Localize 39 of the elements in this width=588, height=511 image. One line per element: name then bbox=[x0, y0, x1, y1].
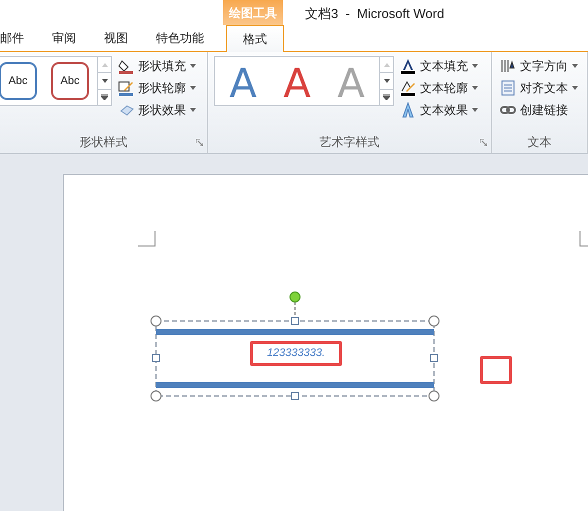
margin-corner-icon bbox=[579, 231, 588, 247]
highlight-frame bbox=[480, 356, 512, 384]
pencil-icon bbox=[118, 80, 134, 96]
shape-style-swatch[interactable]: Abc bbox=[51, 62, 89, 100]
group-title: 文本 bbox=[528, 134, 552, 151]
down-arrow-icon bbox=[102, 78, 108, 83]
ribbon-tab[interactable]: 邮件 bbox=[0, 25, 38, 51]
text-effect-icon bbox=[400, 102, 416, 118]
text-direction-icon bbox=[500, 58, 516, 74]
text-fill-icon bbox=[400, 58, 416, 74]
down-arrow-icon bbox=[384, 78, 390, 83]
ribbon-command[interactable]: 文本轮廓 bbox=[400, 78, 478, 97]
expand-icon bbox=[101, 94, 108, 100]
shape-style-swatch[interactable]: Abc bbox=[0, 62, 37, 100]
expand-icon bbox=[383, 94, 390, 100]
ribbon-tab[interactable]: 视图 bbox=[90, 25, 142, 51]
word-art-style[interactable]: A bbox=[223, 59, 263, 103]
text-outline-icon bbox=[400, 80, 416, 96]
ribbon-command[interactable]: 形状填充 bbox=[118, 56, 196, 75]
up-arrow-icon bbox=[384, 62, 390, 67]
ribbon-tab[interactable]: 特色功能 bbox=[142, 25, 218, 51]
ribbon-command[interactable]: 对齐文本 bbox=[500, 78, 578, 97]
ribbon-command[interactable]: 文字方向 bbox=[500, 56, 578, 75]
ribbon-command[interactable]: 文本填充 bbox=[400, 56, 478, 75]
ribbon-command[interactable]: 文本效果 bbox=[400, 100, 478, 119]
ribbon-command[interactable]: 形状效果 bbox=[118, 100, 196, 119]
align-text-icon bbox=[500, 80, 516, 96]
up-arrow-icon bbox=[102, 62, 108, 67]
shape-text: 123333333. bbox=[266, 346, 326, 362]
margin-corner-icon bbox=[138, 231, 156, 247]
window-title: 文档3 - Microsoft Word bbox=[305, 5, 444, 23]
ribbon-tab[interactable]: 审阅 bbox=[38, 25, 90, 51]
group-title: 形状样式 bbox=[80, 134, 128, 151]
word-art-style[interactable]: A bbox=[277, 59, 317, 103]
ribbon-tab[interactable]: 格式 bbox=[226, 25, 284, 52]
ribbon-command[interactable]: 形状轮廓 bbox=[118, 78, 196, 97]
group-title: 艺术字样式 bbox=[320, 134, 380, 151]
context-tab-group: 绘图工具 bbox=[229, 4, 277, 22]
ribbon-command[interactable]: 创建链接 bbox=[500, 100, 578, 119]
